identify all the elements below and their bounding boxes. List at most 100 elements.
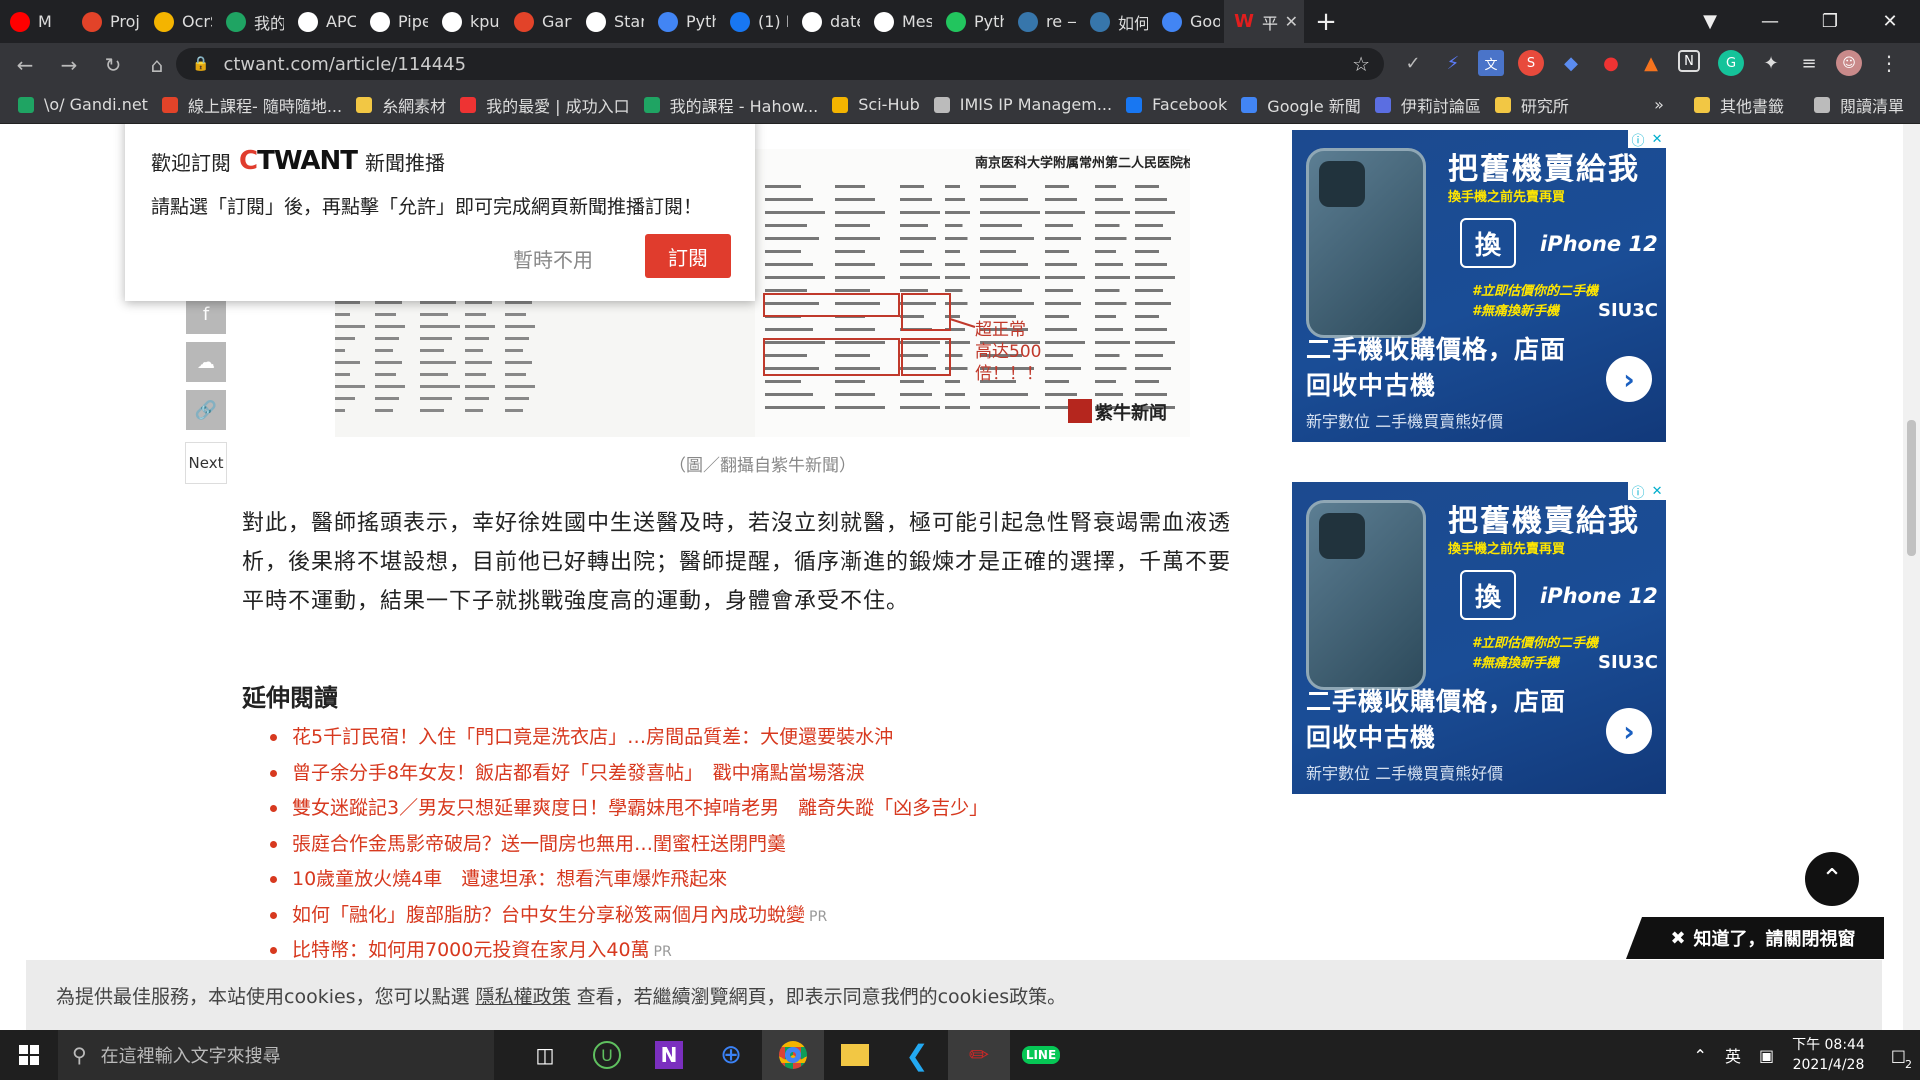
bolt-extension-icon[interactable]: ⚡ (1440, 50, 1466, 76)
ad-close-icon[interactable]: ✕ (1652, 484, 1663, 499)
ad-choices[interactable]: ⓘ ✕ (1628, 130, 1666, 149)
browser-tab[interactable]: (1) Fa (720, 0, 792, 43)
bookmark-item[interactable]: 糸網素材 (356, 93, 446, 117)
browser-tab[interactable]: OcrSl (144, 0, 216, 43)
browser-tab[interactable]: Gary (504, 0, 576, 43)
record-extension-icon[interactable]: ● (1598, 50, 1624, 76)
vscode-icon[interactable]: ❮ (886, 1030, 948, 1080)
tab-search-icon[interactable]: ▼ (1680, 0, 1740, 43)
restore-icon[interactable]: ❐ (1800, 0, 1860, 43)
browser-tab[interactable]: M (0, 0, 72, 43)
notification-center-icon[interactable]: □ 2 (1891, 1046, 1912, 1071)
other-bookmarks[interactable]: 其他書籤 (1693, 93, 1784, 117)
bookmark-item[interactable]: \o/ Gandi.net (18, 95, 148, 114)
ad-go-chevron-icon[interactable]: › (1606, 708, 1652, 754)
browser-tab[interactable]: 我的雲 (216, 0, 288, 43)
app-u-icon[interactable]: U (576, 1030, 638, 1080)
taskbar-clock[interactable]: 下午 08:44 2021/4/28 (1792, 1035, 1865, 1075)
browser-tab[interactable]: Piper (360, 0, 432, 43)
scrollbar-thumb[interactable] (1907, 420, 1916, 556)
active-browser-tab[interactable]: W 平 ✕ (1224, 0, 1304, 43)
puzzle-extensions-icon[interactable]: ✦ (1758, 50, 1784, 76)
browser-tab[interactable]: Proje (72, 0, 144, 43)
subscribe-button[interactable]: 訂閱 (645, 234, 731, 278)
ad-banner-1[interactable]: 把舊機賣給我 換手機之前先賣再買 換 iPhone 12 #立即估價你的二手機 … (1292, 130, 1666, 442)
ad-choices[interactable]: ⓘ ✕ (1628, 482, 1666, 501)
ad-banner-2[interactable]: 把舊機賣給我 換手機之前先賣再買 換 iPhone 12 #立即估價你的二手機 … (1292, 482, 1666, 794)
related-article-link[interactable]: 張庭合作金馬影帝破局？送一間房也無用…閨蜜枉送閉門羹 (266, 827, 1166, 863)
reload-button[interactable]: ↻ (94, 46, 132, 84)
bookmark-star-icon[interactable]: ☆ (1352, 52, 1370, 76)
taskbar-search[interactable]: ⚲ 在這裡輸入文字來搜尋 (58, 1030, 494, 1080)
bookmark-item[interactable]: 我的最愛 | 成功入口 (460, 93, 630, 117)
adchoices-icon[interactable]: ⓘ (1632, 482, 1645, 501)
close-tab-icon[interactable]: ✕ (1285, 12, 1298, 31)
bookmark-item[interactable]: Sci-Hub (832, 95, 920, 114)
copy-link-button[interactable]: 🔗 (186, 390, 226, 430)
related-article-link[interactable]: 雙女迷蹤記3／男友只想延畢爽度日！學霸妹甩不掉啃老男 離奇失蹤「凶多吉少」 (266, 791, 1166, 827)
related-article-link[interactable]: 曾子余分手8年女友！飯店都看好「只差發喜帖」 戳中痛點當場落淚 (266, 756, 1166, 792)
profile-avatar[interactable]: ☺ (1836, 50, 1862, 76)
browser-tab[interactable]: Goog (1152, 0, 1224, 43)
bookmark-label: IMIS IP Managem... (959, 95, 1113, 114)
browser-tab[interactable]: kpu/k (432, 0, 504, 43)
translate-extension-icon[interactable]: 文 (1478, 50, 1504, 76)
related-article-link[interactable]: 如何「融化」腹部脂肪？台中女生分享秘笈兩個月內成功蛻變 PR (266, 898, 1166, 934)
browser-tab[interactable]: 如何化 (1080, 0, 1152, 43)
task-view-icon[interactable]: ◫ (514, 1030, 576, 1080)
file-explorer-icon[interactable] (824, 1030, 886, 1080)
back-to-top-button[interactable]: ⌃ (1805, 852, 1859, 906)
chrome-icon[interactable] (762, 1030, 824, 1080)
forward-button[interactable]: → (50, 46, 88, 84)
browser-tab[interactable]: Pytho (648, 0, 720, 43)
minimize-icon[interactable]: — (1740, 0, 1800, 43)
next-article-button[interactable]: Next (185, 442, 227, 484)
tray-chevron-up-icon[interactable]: ⌃ (1694, 1046, 1707, 1065)
browser-tab[interactable]: Mess (864, 0, 936, 43)
page-scrollbar[interactable] (1903, 124, 1920, 1030)
address-bar[interactable]: 🔒 ctwant.com/article/114445 ☆ (176, 48, 1384, 80)
browser-tab[interactable]: Pytho (936, 0, 1008, 43)
menu-kebab-icon[interactable]: ⋮ (1876, 50, 1902, 76)
related-article-link[interactable]: 花5千訂民宿！入住「門口竟是洗衣店」…房間品質差：大便還要裝水沖 (266, 720, 1166, 756)
notion-extension-icon[interactable]: N (1678, 50, 1700, 72)
line-icon[interactable]: LINE (1010, 1030, 1072, 1080)
start-button[interactable] (0, 1030, 58, 1080)
related-article-link[interactable]: 10歲童放火燒4車 遭逮坦承：想看汽車爆炸飛起來 (266, 862, 1166, 898)
bookmark-item[interactable]: 研究所 (1494, 93, 1569, 117)
fox-extension-icon[interactable]: ▲ (1638, 50, 1664, 76)
app-g-icon[interactable]: ⊕ (700, 1030, 762, 1080)
back-button[interactable]: ← (6, 46, 44, 84)
s-extension-icon[interactable]: S (1518, 50, 1544, 76)
not-now-button[interactable]: 暫時不用 (513, 244, 593, 273)
privacy-policy-link[interactable]: 隱私權政策 (476, 982, 571, 1009)
bookmark-item[interactable]: 我的課程 - Hahow... (643, 93, 818, 117)
ad-close-icon[interactable]: ✕ (1652, 132, 1663, 147)
app-pen-icon[interactable]: ✏ (948, 1030, 1010, 1080)
adchoices-icon[interactable]: ⓘ (1632, 130, 1645, 149)
bookmark-item[interactable]: Facebook (1126, 95, 1227, 114)
close-ad-button[interactable]: ✖ 知道了，請關閉視窗 (1626, 917, 1884, 959)
bookmark-item[interactable]: IMIS IP Managem... (933, 95, 1113, 114)
bookmark-item[interactable]: 線上課程- 隨時隨地... (161, 93, 342, 117)
close-window-icon[interactable]: ✕ (1860, 0, 1920, 43)
browser-tab[interactable]: re — (1008, 0, 1080, 43)
reading-list[interactable]: 閱讀清單 (1813, 93, 1904, 117)
bookmark-item[interactable]: 伊莉討論區 (1374, 93, 1481, 117)
new-tab-button[interactable]: + (1304, 0, 1348, 43)
browser-tab[interactable]: Start (576, 0, 648, 43)
ime-mode-icon[interactable]: ▣ (1759, 1046, 1774, 1065)
bookmarks-overflow-icon[interactable]: » (1654, 95, 1664, 114)
onenote-icon[interactable]: N (638, 1030, 700, 1080)
diamond-extension-icon[interactable]: ◆ (1558, 50, 1584, 76)
browser-tab[interactable]: datet (792, 0, 864, 43)
browser-tab[interactable]: APCL (288, 0, 360, 43)
ime-indicator[interactable]: 英 (1725, 1043, 1741, 1067)
bookmark-item[interactable]: Google 新聞 (1241, 93, 1361, 117)
home-button[interactable]: ⌂ (138, 46, 176, 84)
reading-list-icon[interactable]: ≡ (1796, 50, 1822, 76)
share-wechat-button[interactable]: ☁ (186, 342, 226, 382)
ad-go-chevron-icon[interactable]: › (1606, 356, 1652, 402)
grammarly-extension-icon[interactable]: G (1718, 50, 1744, 76)
check-extension-icon[interactable]: ✓ (1400, 50, 1426, 76)
